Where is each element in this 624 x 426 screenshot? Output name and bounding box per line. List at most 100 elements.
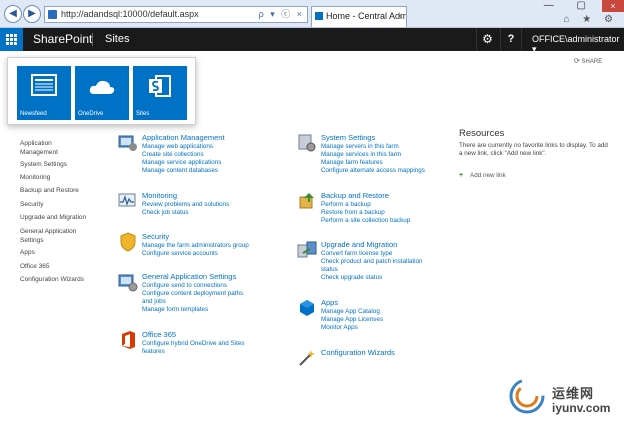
address-bar[interactable]: http://adandsql:10000/default.aspx ρ ▾ ⓒ… [44,6,308,23]
link-hybrid-features[interactable]: features [142,348,165,356]
address-text: http://adandsql:10000/default.aspx [61,9,199,19]
back-button[interactable]: ◀ [4,5,22,23]
link-configure-service-accounts[interactable]: Configure service accounts [142,250,218,258]
nav-item-system-settings[interactable]: System Settings [20,160,67,169]
nav-item-backup-restore[interactable]: Backup and Restore [20,186,79,195]
browser-tab[interactable]: Home - Central Administra... × [311,6,407,27]
link-convert-license[interactable]: Convert farm license type [321,250,392,258]
sites-link[interactable]: Sites [105,33,129,45]
section-title[interactable]: Office 365 [142,330,176,339]
tile-label: Newsfeed [20,111,47,117]
general-settings-icon [118,274,138,292]
application-management-icon [118,135,137,151]
link-manage-farm-features[interactable]: Manage farm features [321,159,383,167]
nav-item-general-settings[interactable]: General Application Settings [20,227,90,245]
chevron-down-icon: ▾ [532,44,537,54]
settings-gear-icon[interactable]: ⚙ [476,28,498,51]
window-close-button[interactable]: × [602,0,624,12]
link-manage-services[interactable]: Manage services in this farm [321,151,401,159]
link-check-product-patch[interactable]: Check product and patch installation [321,258,423,266]
site-favicon [48,10,57,19]
waffle-icon [6,34,17,45]
nav-item-application-management[interactable]: Application Management [20,139,80,157]
office-365-icon [122,331,135,349]
backup-restore-icon [299,193,314,209]
share-label: SHARE [581,59,603,65]
watermark-logo-icon [509,378,545,414]
nav-item-apps[interactable]: Apps [20,248,35,257]
tile-newsfeed[interactable]: Newsfeed [17,66,71,120]
link-patch-status[interactable]: status [321,266,338,274]
help-icon[interactable]: ? [500,28,522,51]
suite-bar: SharePoint Sites ⚙ ? OFFICE\administrato… [0,28,624,54]
suite-title[interactable]: SharePoint [33,32,92,46]
link-manage-service-applications[interactable]: Manage service applications [142,159,221,167]
link-perform-backup[interactable]: Perform a backup [321,201,371,209]
link-manage-servers[interactable]: Manage servers in this farm [321,143,399,151]
link-restore-backup[interactable]: Restore from a backup [321,209,385,217]
monitoring-icon [118,193,136,207]
link-monitor-apps[interactable]: Monitor Apps [321,324,358,332]
link-review-problems[interactable]: Review problems and solutions [142,201,229,209]
forward-button[interactable]: ▶ [23,5,41,23]
sharepoint-logo-icon [149,75,171,97]
nav-item-security[interactable]: Security [20,200,43,209]
section-title[interactable]: System Settings [321,133,375,142]
link-site-collection-backup[interactable]: Perform a site collection backup [321,217,410,225]
link-configure-alternate-access[interactable]: Configure alternate access mappings [321,167,425,175]
window-controls[interactable]: — ▢ [544,0,596,11]
section-title[interactable]: Monitoring [142,191,177,200]
link-manage-content-databases[interactable]: Manage content databases [142,167,218,175]
app-launcher-panel: Newsfeed OneDrive Sites [7,57,196,125]
section-title[interactable]: Security [142,232,169,241]
link-configure-hybrid[interactable]: Configure hybrid OneDrive and Sites [142,340,245,348]
address-bar-icons[interactable]: ρ ▾ ⓒ × [259,7,304,22]
system-settings-icon [298,134,316,152]
link-configure-send-to[interactable]: Configure send to connections [142,282,227,290]
browser-chrome: ◀ ▶ http://adandsql:10000/default.aspx ρ… [0,0,624,28]
cloud-icon [89,80,115,94]
tab-title: Home - Central Administra... [326,11,407,21]
link-check-job-status[interactable]: Check job status [142,209,189,217]
section-title[interactable]: Configuration Wizards [321,348,395,357]
section-title[interactable]: Application Management [142,133,225,142]
section-title[interactable]: General Application Settings [142,272,236,281]
browser-tool-icons[interactable]: ⌂ ★ ⚙ [563,14,618,25]
link-manage-form-templates[interactable]: Manage form templates [142,306,208,314]
link-manage-app-catalog[interactable]: Manage App Catalog [321,308,380,316]
nav-item-office-365[interactable]: Office 365 [20,262,50,271]
link-content-deployment-jobs[interactable]: and jobs [142,298,166,306]
section-title[interactable]: Upgrade and Migration [321,240,397,249]
share-button[interactable]: ⟳ SHARE [574,57,602,65]
user-name: OFFICE\administrator [532,34,620,44]
link-manage-web-applications[interactable]: Manage web applications [142,143,213,151]
add-new-link[interactable]: Add new link [470,172,506,179]
suite-divider [92,33,93,46]
link-manage-app-licenses[interactable]: Manage App Licenses [321,316,383,324]
share-icon: ⟳ [574,58,580,65]
section-title[interactable]: Backup and Restore [321,191,389,200]
resources-heading: Resources [459,128,505,139]
tab-close-icon[interactable]: × [398,7,403,25]
section-title[interactable]: Apps [321,298,338,307]
newsfeed-icon [31,74,57,96]
nav-item-upgrade-migration[interactable]: Upgrade and Migration [20,213,86,222]
add-icon: + [459,172,464,179]
apps-icon [300,300,314,316]
tile-label: OneDrive [78,111,104,117]
link-check-upgrade-status[interactable]: Check upgrade status [321,274,382,282]
tab-favicon [315,12,323,20]
tile-label: Sites [136,111,150,117]
nav-item-configuration-wizards[interactable]: Configuration Wizards [20,275,84,284]
app-launcher-button[interactable] [0,28,23,51]
tile-sites[interactable]: Sites [133,66,187,120]
link-create-site-collections[interactable]: Create site collections [142,151,204,159]
shield-icon [120,232,136,252]
link-configure-content-deployment[interactable]: Configure content deployment paths [142,290,243,298]
watermark-text-cn: 运维网 [552,386,595,401]
resources-empty-message: There are currently no favorite links to… [459,142,608,157]
user-menu[interactable]: OFFICE\administrator ▾ [532,34,624,55]
nav-item-monitoring[interactable]: Monitoring [20,173,50,182]
tile-onedrive[interactable]: OneDrive [75,66,129,120]
link-manage-farm-admins[interactable]: Manage the farm administrators group [142,242,249,250]
